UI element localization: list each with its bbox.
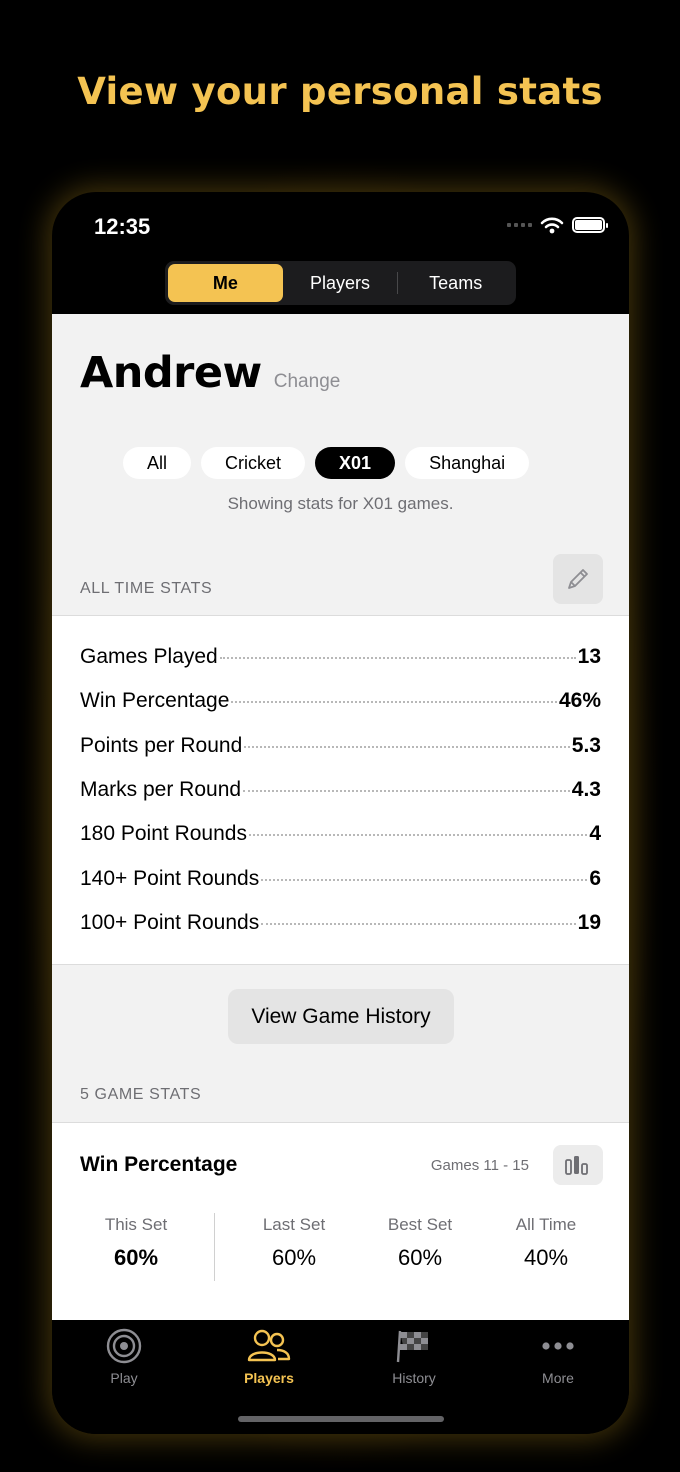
edit-stats-button[interactable] — [553, 554, 603, 604]
dot-leader — [243, 790, 570, 792]
filter-note: Showing stats for X01 games. — [227, 494, 454, 513]
stat-label: 140+ Point Rounds — [80, 867, 260, 890]
segment-me[interactable]: Me — [168, 264, 283, 302]
wifi-icon — [540, 217, 564, 234]
five-game-title: Win Percentage — [80, 1153, 238, 1176]
stat-row: Points per Round 5.3 — [80, 734, 601, 758]
stat-label: Games Played — [80, 645, 218, 668]
column-divider — [214, 1213, 215, 1281]
column-value: 40% — [523, 1245, 569, 1270]
player-name: Andrew — [80, 348, 262, 398]
dot-leader — [261, 879, 588, 881]
filter-all[interactable]: All — [123, 447, 192, 479]
dot-leader — [248, 834, 588, 836]
tab-label: Players — [244, 1370, 294, 1386]
stat-value: 13 — [577, 645, 601, 668]
pencil-icon — [568, 569, 588, 589]
people-icon — [247, 1329, 291, 1362]
column-label: This Set — [104, 1215, 168, 1234]
stat-row: Games Played 13 — [80, 645, 601, 669]
stat-value: 4.3 — [571, 778, 601, 801]
chart-toggle-button[interactable] — [553, 1145, 603, 1185]
column-label: Last Set — [262, 1215, 326, 1234]
segment-players[interactable]: Players — [283, 264, 398, 302]
filter-shanghai[interactable]: Shanghai — [405, 447, 530, 479]
home-indicator — [238, 1416, 444, 1422]
column-value: 60% — [397, 1245, 443, 1270]
target-icon — [106, 1328, 142, 1364]
ellipsis-icon — [542, 1342, 574, 1350]
bar-chart-icon — [565, 1156, 588, 1175]
tab-history[interactable]: History — [354, 1328, 474, 1386]
phone-frame: 12:35 Me Players Teams Andrew Change All… — [52, 192, 629, 1434]
stat-row: 180 Point Rounds 4 — [80, 822, 601, 846]
stat-column-best-set: Best Set 60% — [357, 1215, 483, 1271]
dot-leader — [244, 746, 570, 748]
dot-leader — [261, 923, 576, 925]
stat-row: 100+ Point Rounds 19 — [80, 911, 601, 935]
stat-row: 140+ Point Rounds 6 — [80, 867, 601, 891]
stat-value: 19 — [577, 911, 601, 934]
stat-label: Win Percentage — [80, 689, 230, 712]
column-label: All Time — [515, 1215, 577, 1234]
change-player-link[interactable]: Change — [274, 371, 341, 393]
stat-column-last-set: Last Set 60% — [231, 1215, 357, 1271]
all-time-heading: ALL TIME STATS — [80, 580, 213, 597]
profile-header: Andrew Change — [80, 348, 340, 398]
tab-play[interactable]: Play — [64, 1328, 184, 1386]
game-range: Games 11 - 15 — [430, 1157, 529, 1174]
stat-value: 5.3 — [571, 734, 601, 757]
game-type-filters: All Cricket X01 Shanghai — [123, 447, 530, 479]
stat-label: 180 Point Rounds — [80, 822, 247, 845]
stat-column-this-set: This Set 60% — [73, 1215, 199, 1271]
five-game-stats-card: Win Percentage Games 11 - 15 This Set 60… — [52, 1122, 629, 1320]
stats-content: Andrew Change All Cricket X01 Shanghai S… — [52, 314, 629, 1320]
filter-x01[interactable]: X01 — [315, 447, 396, 479]
status-icons — [507, 216, 608, 234]
tab-label: History — [392, 1370, 436, 1386]
five-game-heading: 5 GAME STATS — [80, 1086, 202, 1103]
battery-icon — [572, 217, 608, 233]
tab-more[interactable]: More — [498, 1328, 618, 1386]
status-time: 12:35 — [94, 214, 151, 239]
stat-value: 4 — [589, 822, 601, 845]
scope-segmented-control: Me Players Teams — [165, 261, 516, 305]
tab-label: Play — [110, 1370, 138, 1386]
column-value: 60% — [113, 1245, 159, 1270]
checkered-flag-icon — [396, 1330, 428, 1363]
column-label: Best Set — [387, 1215, 453, 1234]
stat-label: Points per Round — [80, 734, 243, 757]
all-time-stats-card: Games Played 13 Win Percentage 46% Point… — [52, 615, 629, 965]
column-value: 60% — [271, 1245, 317, 1270]
tab-label: More — [542, 1370, 574, 1386]
tab-players[interactable]: Players — [209, 1328, 329, 1386]
stat-label: 100+ Point Rounds — [80, 911, 260, 934]
dot-leader — [231, 701, 557, 703]
stat-column-all-time: All Time 40% — [483, 1215, 609, 1271]
dot-leader — [219, 657, 576, 659]
signal-icon — [507, 223, 532, 227]
stat-row: Win Percentage 46% — [80, 689, 601, 713]
stat-value: 46% — [558, 689, 601, 712]
stat-row: Marks per Round 4.3 — [80, 778, 601, 802]
promo-headline: View your personal stats — [77, 70, 603, 113]
stat-label: Marks per Round — [80, 778, 242, 801]
view-game-history-button[interactable]: View Game History — [228, 989, 454, 1044]
segment-teams[interactable]: Teams — [398, 264, 513, 302]
stat-value: 6 — [589, 867, 601, 890]
filter-cricket[interactable]: Cricket — [201, 447, 306, 479]
